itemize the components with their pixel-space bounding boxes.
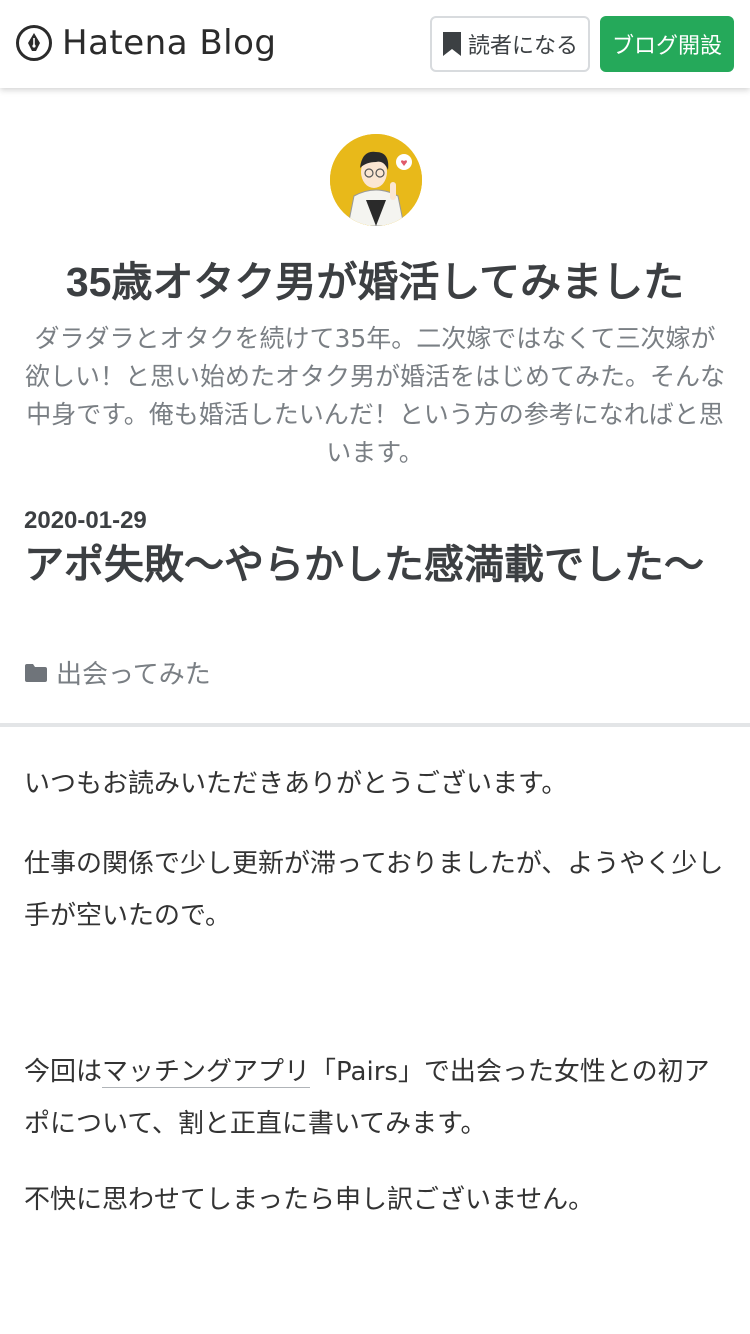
- blog-avatar[interactable]: [330, 134, 422, 226]
- logo-text: Hatena Blog: [62, 23, 277, 63]
- paragraph-apology: 不快に思わせてしまったら申し訳ございません。: [24, 1185, 595, 1215]
- post-title[interactable]: アポ失敗～やらかした感満載でした～: [24, 536, 726, 594]
- post-category[interactable]: 出会ってみた: [24, 654, 211, 691]
- bookmark-icon: [442, 31, 462, 57]
- subscribe-button[interactable]: 読者になる: [430, 16, 590, 72]
- hatena-blog-logo[interactable]: Hatena Blog: [16, 22, 277, 64]
- open-blog-button[interactable]: ブログ開設: [600, 16, 734, 72]
- paragraph-intro: 今回はマッチングアプリ「Pairs」で出会った女性との初アポについて、割と正直に…: [24, 1046, 726, 1150]
- post-date[interactable]: 2020-01-29: [24, 506, 147, 536]
- top-bar: Hatena Blog 読者になる ブログ開設: [0, 0, 750, 88]
- blog-description: ダラダラとオタクを続けて35年。二次嫁ではなくて三次嫁が欲しい！と思い始めたオタ…: [24, 324, 725, 467]
- header-divider: [0, 723, 750, 727]
- blog-title[interactable]: 35歳オタク男が婚活してみました: [0, 252, 750, 312]
- intro-text-before: 今回は: [24, 1057, 103, 1087]
- matching-app-link[interactable]: マッチングアプリ: [102, 1057, 311, 1088]
- category-label: 出会ってみた: [56, 660, 211, 690]
- paragraph-update: 仕事の関係で少し更新が滞っておりましたが、ようやく少し手が空いたので。: [24, 849, 724, 931]
- folder-icon: [24, 663, 48, 683]
- open-blog-button-label: ブログ開設: [611, 34, 722, 59]
- paragraph-greeting: いつもお読みいただきありがとうございます。: [24, 769, 568, 799]
- subscribe-button-label: 読者になる: [467, 34, 578, 59]
- pen-nib-icon: [16, 25, 52, 61]
